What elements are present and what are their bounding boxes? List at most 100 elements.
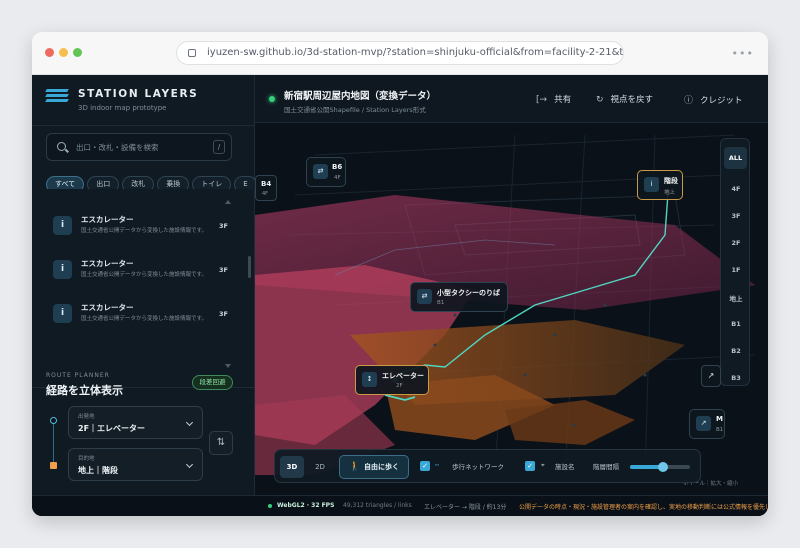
facility-list-item[interactable]: i エスカレーター 国土交通省公開データから変換した施設情報です。 3F [46, 299, 232, 337]
address-bar[interactable]: iyuzen-sw.github.io/3d-station-mvp/?stat… [176, 41, 624, 65]
marker-name: エレベーター [382, 372, 424, 380]
floor-label-b4[interactable]: B4 4F [255, 175, 277, 201]
sidebar: STATION LAYERS 3D indoor map prototype 出… [32, 75, 255, 495]
origin-label: 出発地 [78, 414, 95, 420]
origin-value: 2F｜エレベーター [78, 424, 146, 433]
mode-2d-button[interactable]: 2D [308, 456, 332, 478]
floor-button[interactable]: 3F [721, 212, 751, 220]
floor-button-all[interactable]: ALL [724, 147, 747, 169]
filter-chip-elevator[interactable]: E [234, 176, 255, 189]
swap-route-button[interactable]: ⇅ [209, 431, 233, 455]
mode-3d-button[interactable]: 3D [280, 456, 304, 478]
free-walk-button[interactable]: 🚶 自由に歩く [339, 455, 409, 479]
filter-chip-toilet[interactable]: トイレ [192, 176, 232, 189]
filter-chip-exit[interactable]: 出口 [87, 176, 120, 189]
view-controls: 3D 2D 🚶 自由に歩く ✓ ┅ 歩行ネットワーク ✓ ⌖ 施設名 階層間隔 [274, 449, 701, 483]
map-viewport[interactable]: 新宿駅周辺屋内地図（変換データ） 国土交通省公開Shapefile / Stat… [255, 75, 768, 495]
map-title: 新宿駅周辺屋内地図（変換データ） [284, 91, 437, 102]
marker-floor: B1 [437, 300, 445, 306]
floor-button[interactable]: B2 [721, 347, 751, 355]
filter-chips: すべて 出口 改札 乗換 トイレ E [46, 171, 255, 189]
map-marker-stairs[interactable]: i 階段 地上 [637, 170, 683, 200]
origin-marker [50, 417, 57, 424]
live-status-icon [269, 96, 275, 102]
step-free-badge[interactable]: 段差回避 [192, 375, 233, 390]
address-text: iyuzen-sw.github.io/3d-station-mvp/?stat… [207, 47, 624, 58]
marker-name: 小型タクシーのりば [437, 289, 500, 297]
network-line-icon: ┅ [435, 461, 439, 469]
network-label: 歩行ネットワーク [452, 463, 504, 471]
pin-icon: ⌖ [541, 461, 545, 469]
filter-chip-transfer[interactable]: 乗換 [157, 176, 190, 189]
share-button[interactable]: [→ 共有 [536, 93, 571, 105]
slider-knob[interactable] [658, 462, 668, 472]
close-window-button[interactable] [45, 48, 54, 57]
walk-icon: 🚶 [349, 462, 361, 472]
triangle-count: 49,312 triangles / links [343, 502, 412, 509]
browser-menu-icon[interactable]: ••• [732, 47, 754, 60]
marker-floor: 4F [334, 175, 341, 181]
origin-select[interactable]: 出発地 2F｜エレベーター [68, 406, 203, 439]
layer-spacing-slider[interactable] [630, 462, 690, 472]
floor-button[interactable]: B1 [721, 320, 751, 328]
filter-chip-gate[interactable]: 改札 [122, 176, 155, 189]
floor-button[interactable]: B3 [721, 374, 751, 382]
map-marker-elevator[interactable]: ↕ エレベーター 2F [355, 365, 429, 395]
spacing-label: 階層間隔 [593, 463, 619, 471]
app: STATION LAYERS 3D indoor map prototype 出… [32, 75, 768, 516]
divider [32, 125, 255, 126]
facility-floor: 3F [219, 310, 228, 318]
facility-list-item[interactable]: i エスカレーター 国土交通省公開データから変換した施設情報です。 3F [46, 211, 232, 249]
info-icon: ⓘ [684, 96, 694, 106]
brand-subtitle: 3D indoor map prototype [78, 104, 167, 112]
facility-list-item[interactable]: i エスカレーター 国土交通省公開データから変換した施設情報です。 3F [46, 255, 232, 293]
chevron-down-icon [185, 418, 194, 427]
floor-button[interactable]: 1F [721, 266, 751, 274]
scroll-down-icon[interactable] [225, 364, 231, 368]
facility-floor: 3F [219, 222, 228, 230]
search-placeholder: 出口・改札・設備を検索 [76, 143, 159, 152]
map-marker-taxi[interactable]: ⇄ 小型タクシーのりば B1 [410, 282, 508, 312]
minimize-window-button[interactable] [59, 48, 68, 57]
destination-select[interactable]: 目的地 地上｜階段 [68, 448, 203, 481]
maximize-window-button[interactable] [73, 48, 82, 57]
destination-label: 目的地 [78, 456, 95, 462]
share-icon: [→ [536, 95, 548, 105]
route-summary: エレベーター → 階段 / 約13分 [424, 504, 507, 511]
facility-name: エスカレーター [81, 303, 134, 312]
facility-name-checkbox[interactable]: ✓ [525, 461, 535, 471]
reset-icon: ↻ [596, 95, 604, 105]
facility-floor: 3F [219, 266, 228, 274]
map-marker-m[interactable]: ↗ M B1 [689, 409, 725, 439]
reset-view-button[interactable]: ↻ 視点を戻す [596, 93, 653, 105]
filter-chip-all[interactable]: すべて [46, 176, 85, 189]
network-checkbox[interactable]: ✓ [420, 461, 430, 471]
facility-desc: 国土交通省公開データから変換した施設情報です。 [81, 272, 207, 278]
floor-button[interactable]: 2F [721, 239, 751, 247]
facility-name: エスカレーター [81, 215, 134, 224]
share-label: 共有 [554, 95, 572, 105]
route-title: 経路を立体表示 [46, 384, 123, 397]
floor-button[interactable]: 地上 [721, 293, 751, 303]
browser-toolbar: iyuzen-sw.github.io/3d-station-mvp/?stat… [32, 32, 768, 75]
floor-button[interactable]: 4F [721, 185, 751, 193]
route-connector [53, 424, 54, 462]
reset-view-label: 視点を戻す [610, 95, 654, 105]
map-marker-b6[interactable]: ⇄ B6 4F [306, 157, 346, 187]
list-scrollbar[interactable] [248, 256, 251, 278]
destination-marker [50, 462, 57, 469]
shortcut-key: / [213, 140, 225, 154]
marker-name: 階段 [664, 177, 678, 185]
marker-name: B6 [332, 163, 343, 171]
webgl-status: WebGL2 · 32 FPS [277, 502, 335, 509]
search-input[interactable]: 出口・改札・設備を検索 / [46, 133, 232, 161]
marker-name: M [716, 415, 723, 423]
scroll-up-icon[interactable] [225, 200, 231, 204]
chevron-down-icon [185, 460, 194, 469]
credit-button[interactable]: ⓘ クレジット [684, 93, 743, 106]
floor-label-sub: 4F [262, 191, 269, 197]
exit-arrow-icon[interactable]: ↗ [701, 365, 721, 387]
lock-icon [188, 49, 196, 57]
browser-window: iyuzen-sw.github.io/3d-station-mvp/?stat… [32, 32, 768, 516]
facility-desc: 国土交通省公開データから変換した施設情報です。 [81, 228, 207, 234]
